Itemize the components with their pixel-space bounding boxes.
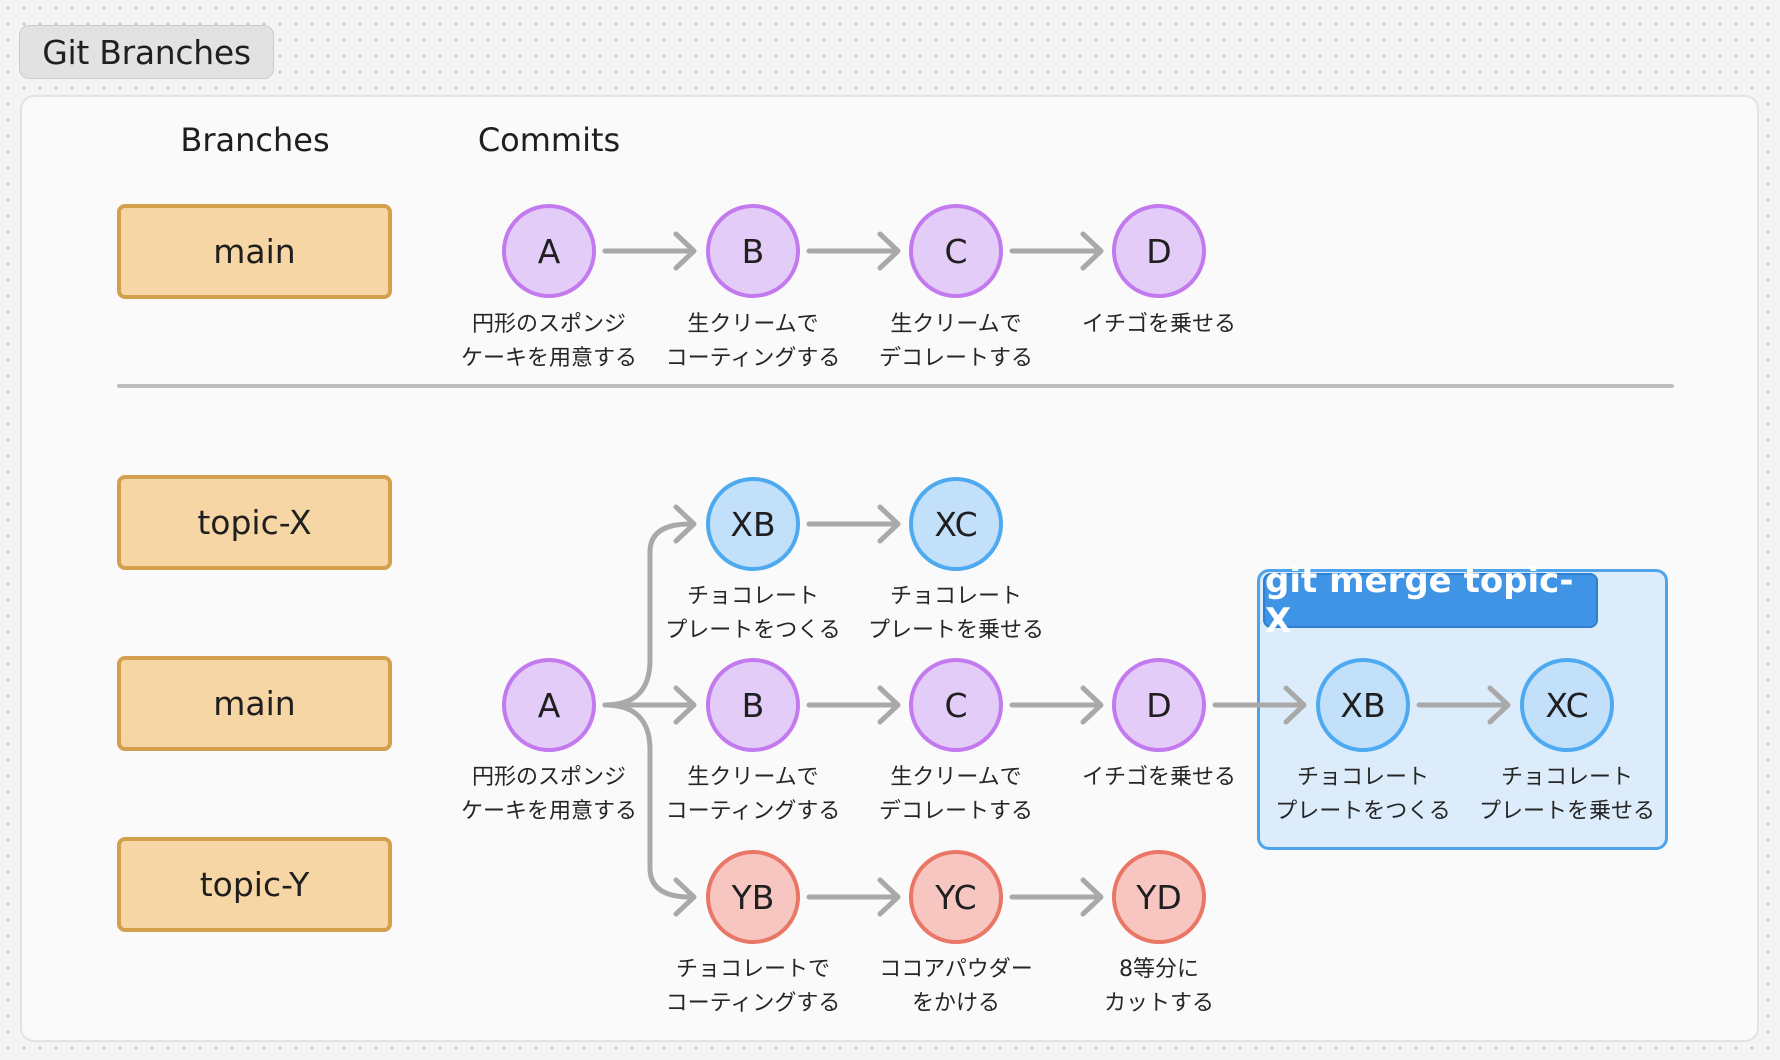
commit-desc-d-bottom: イチゴを乗せる	[1081, 765, 1236, 790]
commit-node-xb: XB	[706, 477, 800, 571]
commit-desc-b-top: 生クリームで コーティングする	[665, 312, 841, 371]
commit-node-a-top: A	[502, 204, 596, 298]
commit-desc-c-bottom: 生クリームで デコレートする	[878, 765, 1033, 824]
commit-node-d-bottom: D	[1112, 658, 1206, 752]
commit-desc-yd: 8等分に カットする	[1103, 957, 1214, 1016]
commit-desc-merged-xc: チョコレート プレートを乗せる	[1478, 765, 1655, 824]
commit-desc-yc: ココアパウダー をかける	[879, 957, 1033, 1016]
commit-desc-c-top: 生クリームで デコレートする	[878, 312, 1033, 371]
commit-node-xc: XC	[909, 477, 1003, 571]
commit-node-yb: YB	[706, 850, 800, 944]
commit-desc-merged-xb: チョコレート プレートをつくる	[1275, 765, 1451, 824]
commit-node-yc: YC	[909, 850, 1003, 944]
commit-node-d-top: D	[1112, 204, 1206, 298]
commit-desc-b-bottom: 生クリームで コーティングする	[665, 765, 841, 824]
commit-desc-xc: チョコレート プレートを乗せる	[867, 584, 1044, 643]
commit-node-c-top: C	[909, 204, 1003, 298]
commit-node-merged-xb: XB	[1316, 658, 1410, 752]
commit-desc-xb: チョコレート プレートをつくる	[665, 584, 841, 643]
commit-node-c-bottom: C	[909, 658, 1003, 752]
commit-node-yd: YD	[1112, 850, 1206, 944]
commit-desc-d-top: イチゴを乗せる	[1081, 312, 1236, 337]
commit-node-merged-xc: XC	[1520, 658, 1614, 752]
commit-arrows	[602, 231, 1511, 917]
commit-node-b-top: B	[706, 204, 800, 298]
commit-node-a-bottom: A	[502, 658, 596, 752]
commit-desc-a-top: 円形のスポンジ ケーキを用意する	[460, 312, 637, 371]
commit-desc-yb: チョコレートで コーティングする	[665, 957, 841, 1016]
commit-node-b-bottom: B	[706, 658, 800, 752]
commit-desc-a-bottom: 円形のスポンジ ケーキを用意する	[460, 765, 637, 824]
